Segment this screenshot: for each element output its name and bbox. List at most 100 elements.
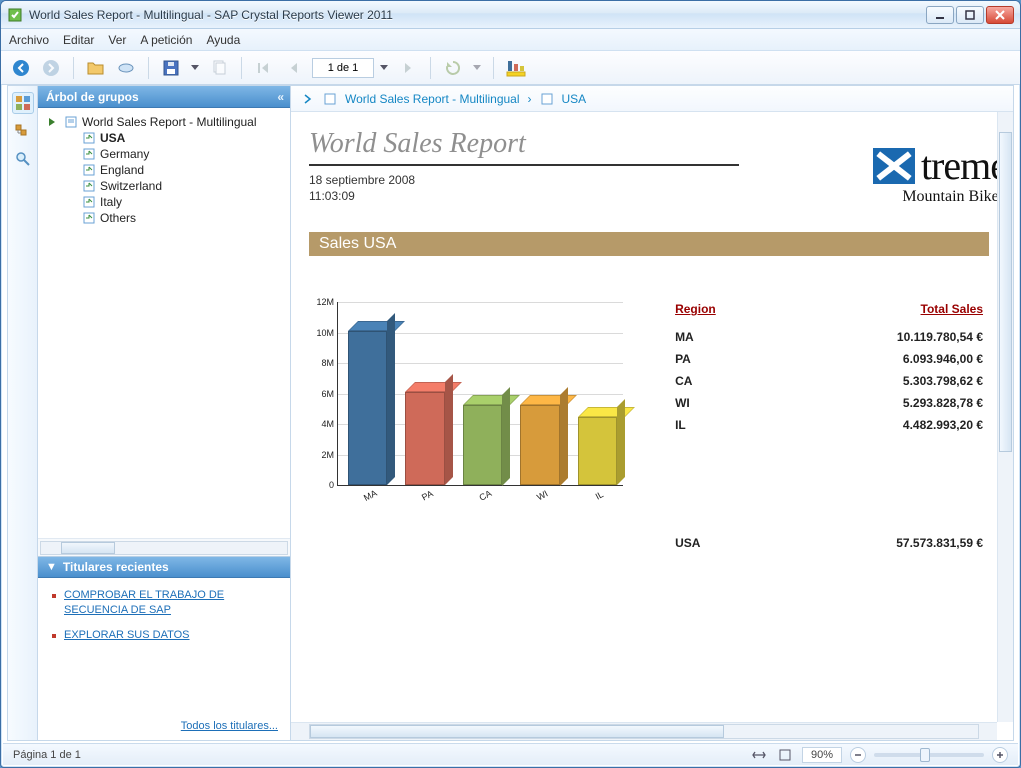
- statusbar: Página 1 de 1 90%: [3, 743, 1018, 765]
- collapse-panel-icon[interactable]: «: [277, 90, 282, 104]
- copy-button[interactable]: [207, 56, 231, 80]
- save-dropdown-caret[interactable]: [189, 58, 201, 78]
- tree-node[interactable]: England: [44, 162, 286, 178]
- table-row: CA5.303.798,62 €: [675, 370, 983, 392]
- headline-item: COMPROBAR EL TRABAJO DE SECUENCIA DE SAP: [52, 588, 278, 618]
- table-row: IL4.482.993,20 €: [675, 414, 983, 436]
- breadcrumb-leaf[interactable]: USA: [562, 92, 587, 106]
- x-tick-label: WI: [535, 489, 549, 503]
- prev-page-button[interactable]: [282, 56, 306, 80]
- next-page-button[interactable]: [396, 56, 420, 80]
- headline-link[interactable]: COMPROBAR EL TRABAJO DE SECUENCIA DE SAP: [64, 588, 278, 618]
- menu-ver[interactable]: Ver: [108, 33, 126, 47]
- refresh-button[interactable]: [441, 56, 465, 80]
- vertical-scrollbar[interactable]: [997, 112, 1013, 722]
- breadcrumb-root[interactable]: World Sales Report - Multilingual: [345, 92, 520, 106]
- cell-sales: 4.482.993,20 €: [903, 418, 983, 432]
- recent-files-button[interactable]: [114, 56, 138, 80]
- menu-a-peticion[interactable]: A petición: [140, 33, 192, 47]
- sidebar-tab-group-tree[interactable]: [12, 92, 34, 114]
- cell-region: WI: [675, 396, 690, 410]
- bar: CA: [463, 405, 502, 486]
- tree-root[interactable]: World Sales Report - Multilingual: [44, 114, 286, 130]
- group-tree-header[interactable]: Árbol de grupos «: [38, 86, 290, 108]
- bullet-icon: [52, 634, 56, 638]
- sales-bar-chart: 02M4M6M8M10M12MMAPACAWIIL: [309, 302, 627, 512]
- bullet-icon: [52, 594, 56, 598]
- tree-node-label: Others: [100, 211, 136, 225]
- bar: WI: [520, 405, 559, 486]
- first-page-button[interactable]: [252, 56, 276, 80]
- zoom-out-button[interactable]: [850, 747, 866, 763]
- table-row: WI 5.293.828,78 €: [675, 392, 983, 414]
- y-tick-label: 6M: [312, 389, 334, 399]
- page-icon: [82, 211, 96, 225]
- tree-node[interactable]: Germany: [44, 146, 286, 162]
- menu-archivo[interactable]: Archivo: [9, 33, 49, 47]
- open-file-button[interactable]: [84, 56, 108, 80]
- menu-editar[interactable]: Editar: [63, 33, 94, 47]
- nav-forward-button[interactable]: [39, 56, 63, 80]
- x-tick-label: PA: [420, 489, 435, 503]
- cell-region: MA: [675, 330, 694, 344]
- minimize-button[interactable]: [926, 6, 954, 24]
- page-icon: [82, 195, 96, 209]
- tree-node[interactable]: Others: [44, 210, 286, 226]
- y-tick-label: 10M: [312, 328, 334, 338]
- cell-sales: 5.303.798,62 €: [903, 374, 983, 388]
- headline-link[interactable]: EXPLORAR SUS DATOS: [64, 628, 190, 643]
- total-region: USA: [675, 536, 700, 550]
- headline-item: EXPLORAR SUS DATOS: [52, 628, 278, 643]
- zoom-slider[interactable]: [874, 753, 984, 757]
- toolbar: [1, 51, 1020, 85]
- horizontal-scrollbar[interactable]: [291, 722, 997, 740]
- cell-sales: 6.093.946,00 €: [903, 352, 983, 366]
- breadcrumb: World Sales Report - Multilingual › USA: [291, 86, 1013, 112]
- zoom-in-button[interactable]: [992, 747, 1008, 763]
- all-headlines-link[interactable]: Todos los titulares...: [181, 720, 278, 732]
- page-icon: [82, 131, 96, 145]
- zoom-value[interactable]: 90%: [802, 747, 842, 763]
- close-button[interactable]: [986, 6, 1014, 24]
- tree-node[interactable]: USA: [44, 130, 286, 146]
- app-icon: [7, 7, 23, 23]
- nav-back-button[interactable]: [9, 56, 33, 80]
- divider: [309, 164, 739, 166]
- group-tree-title: Árbol de grupos: [46, 90, 139, 104]
- y-tick-label: 2M: [312, 450, 334, 460]
- beta-button[interactable]: [504, 56, 528, 80]
- bar: MA: [348, 331, 387, 485]
- refresh-dropdown[interactable]: [471, 58, 483, 78]
- fit-width-button[interactable]: [750, 747, 768, 763]
- titlebar: World Sales Report - Multilingual - SAP …: [1, 1, 1020, 29]
- fit-page-button[interactable]: [776, 747, 794, 763]
- page-dropdown[interactable]: [378, 58, 390, 78]
- total-sales: 57.573.831,59 €: [896, 536, 983, 550]
- sidebar-tab-find[interactable]: [12, 148, 34, 170]
- tree-node[interactable]: Italy: [44, 194, 286, 210]
- brand-sub: Mountain Bikes: [902, 188, 997, 206]
- group-tree: World Sales Report - Multilingual USAGer…: [38, 108, 290, 538]
- page-icon: [82, 147, 96, 161]
- tree-node-label: USA: [100, 131, 125, 145]
- brand-logo: treme Mountain Bikes: [873, 146, 997, 206]
- page-icon: [82, 163, 96, 177]
- maximize-button[interactable]: [956, 6, 984, 24]
- y-tick-label: 12M: [312, 297, 334, 307]
- col-sales: Total Sales: [921, 302, 983, 316]
- y-tick-label: 4M: [312, 419, 334, 429]
- tree-horizontal-scrollbar[interactable]: [38, 538, 290, 556]
- headlines-list: COMPROBAR EL TRABAJO DE SECUENCIA DE SAP…: [38, 578, 290, 740]
- save-button[interactable]: [159, 56, 183, 80]
- table-row: PA6.093.946,00 €: [675, 348, 983, 370]
- headlines-header[interactable]: ▼ Titulares recientes: [38, 556, 290, 578]
- sidebar-tab-parameters[interactable]: [12, 120, 34, 142]
- table-row: MA 10.119.780,54 €: [675, 326, 983, 348]
- tree-node[interactable]: Switzerland: [44, 178, 286, 194]
- col-region: Region: [675, 302, 716, 316]
- menu-ayuda[interactable]: Ayuda: [206, 33, 240, 47]
- cell-sales: 10.119.780,54 €: [897, 330, 983, 344]
- status-page: Página 1 de 1: [13, 749, 81, 761]
- page-input[interactable]: [312, 58, 374, 78]
- cell-sales: 5.293.828,78 €: [903, 396, 983, 410]
